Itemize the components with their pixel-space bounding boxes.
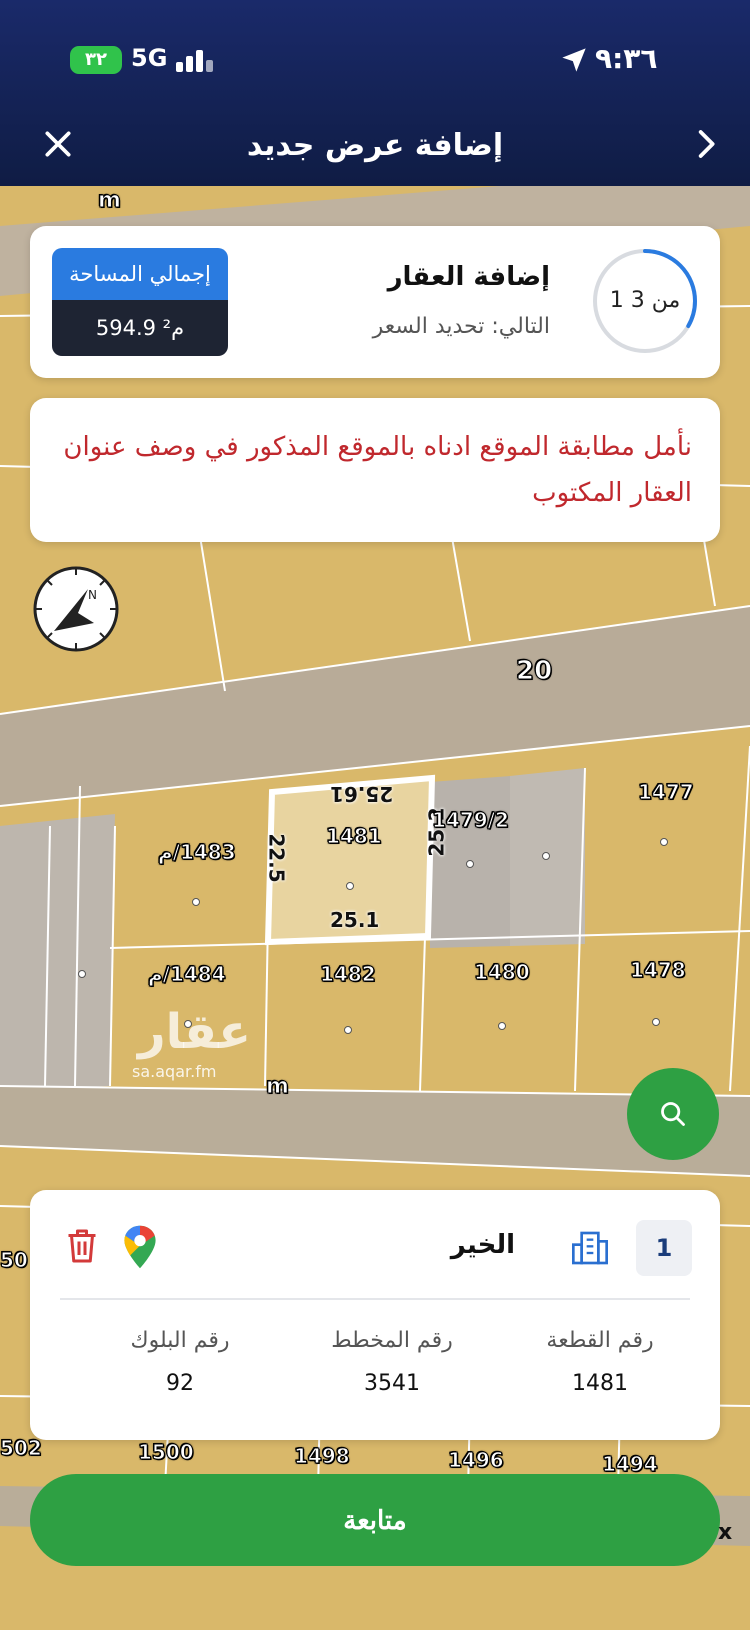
parcel-1494[interactable]: 1494 bbox=[602, 1452, 659, 1477]
parcel-centroid bbox=[660, 838, 668, 846]
plan-number-field: رقم المخطط 3541 bbox=[292, 1328, 492, 1396]
progress-card: 1 من 3 إضافة العقار التالي: تحديد السعر … bbox=[30, 226, 720, 378]
dim-left: 22.5 bbox=[264, 833, 289, 883]
total-area-box: إجمالي المساحة 594.9 م² bbox=[52, 248, 228, 356]
parcel-number-field: رقم القطعة 1481 bbox=[500, 1328, 700, 1396]
status-bar: ٣٢ 5G ٩:٣٦ bbox=[0, 40, 750, 80]
parcel-centroid bbox=[466, 860, 474, 868]
parcel-centroid bbox=[652, 1018, 660, 1026]
watermark-url: sa.aqar.fm bbox=[132, 1062, 217, 1081]
next-step-label: التالي: تحديد السعر bbox=[372, 314, 550, 339]
continue-button[interactable]: متابعة bbox=[30, 1474, 720, 1566]
map-search-button[interactable] bbox=[627, 1068, 719, 1160]
parcel-1482[interactable]: 1482 bbox=[320, 962, 377, 987]
block-number-label: رقم البلوك bbox=[130, 1328, 230, 1353]
parcel-centroid bbox=[192, 898, 200, 906]
status-time: ٩:٣٦ bbox=[595, 42, 658, 75]
parcel-1478[interactable]: 1478 bbox=[630, 958, 687, 983]
parcel-number-label: رقم القطعة bbox=[546, 1328, 654, 1353]
parcel-1496[interactable]: 1496 bbox=[448, 1448, 505, 1473]
parcel-50[interactable]: 50 bbox=[0, 1248, 28, 1273]
parcel-1500[interactable]: 1500 bbox=[138, 1440, 195, 1465]
parcel-1498[interactable]: 1498 bbox=[294, 1444, 351, 1469]
parcel-number-value: 1481 bbox=[572, 1371, 628, 1396]
battery-indicator: ٣٢ bbox=[70, 46, 122, 74]
plan-number-value: 3541 bbox=[364, 1371, 420, 1396]
top-bar: ٣٢ 5G ٩:٣٦ إضافة عرض جديد bbox=[0, 0, 750, 186]
map-close-label[interactable]: x bbox=[718, 1520, 732, 1545]
parcel-1477[interactable]: 1477 bbox=[638, 780, 695, 805]
parcel-centroid bbox=[344, 1026, 352, 1034]
block-number-value: 92 bbox=[166, 1371, 194, 1396]
signal-icon bbox=[176, 48, 216, 72]
parcel-1483[interactable]: 1483/م bbox=[158, 840, 237, 865]
compass-icon[interactable]: N bbox=[32, 565, 120, 653]
plan-number-label: رقم المخطط bbox=[331, 1328, 453, 1353]
dim-top: 25.61 bbox=[330, 782, 394, 806]
total-area-value: 594.9 م² bbox=[52, 300, 228, 356]
building-icon bbox=[572, 1231, 608, 1265]
chevron-right-icon[interactable] bbox=[690, 128, 722, 160]
google-maps-icon[interactable] bbox=[123, 1224, 157, 1270]
parcel-1479-2[interactable]: 1479/2 bbox=[432, 808, 510, 833]
parcel-502[interactable]: 502 bbox=[0, 1436, 42, 1461]
property-name: الخير bbox=[450, 1230, 515, 1260]
parcel-1484[interactable]: 1484/م bbox=[148, 962, 227, 987]
page-title: إضافة عرض جديد bbox=[246, 128, 504, 163]
property-index: 1 bbox=[636, 1220, 692, 1276]
road-label-m-mid: m bbox=[266, 1074, 290, 1100]
parcel-centroid bbox=[346, 882, 354, 890]
network-label: 5G bbox=[131, 44, 168, 72]
notice-card: نأمل مطابقة الموقع ادناه بالموقع المذكور… bbox=[30, 398, 720, 542]
svg-text:N: N bbox=[88, 588, 97, 602]
step-counter: 1 من 3 bbox=[609, 288, 681, 313]
dim-bottom: 25.1 bbox=[330, 908, 380, 932]
road-label-20: 20 bbox=[515, 656, 553, 687]
parcel-centroid bbox=[78, 970, 86, 978]
parcel-centroid bbox=[542, 852, 550, 860]
search-icon bbox=[661, 1102, 685, 1126]
divider bbox=[60, 1298, 690, 1300]
block-number-field: رقم البلوك 92 bbox=[80, 1328, 280, 1396]
property-card: 1 الخير رقم القطعة 1481 رقم المخطط 3541 … bbox=[30, 1190, 720, 1440]
road-label-m-top: m bbox=[98, 188, 122, 214]
watermark-logo: عقار bbox=[138, 1004, 251, 1060]
total-area-label: إجمالي المساحة bbox=[52, 248, 228, 300]
location-arrow-icon bbox=[562, 48, 586, 72]
parcel-1481[interactable]: 1481 bbox=[326, 824, 383, 849]
trash-icon[interactable] bbox=[64, 1226, 100, 1266]
parcel-centroid bbox=[498, 1022, 506, 1030]
parcel-1480[interactable]: 1480 bbox=[474, 960, 531, 985]
step-title: إضافة العقار bbox=[387, 262, 550, 292]
notice-text: نأمل مطابقة الموقع ادناه بالموقع المذكور… bbox=[63, 432, 692, 508]
